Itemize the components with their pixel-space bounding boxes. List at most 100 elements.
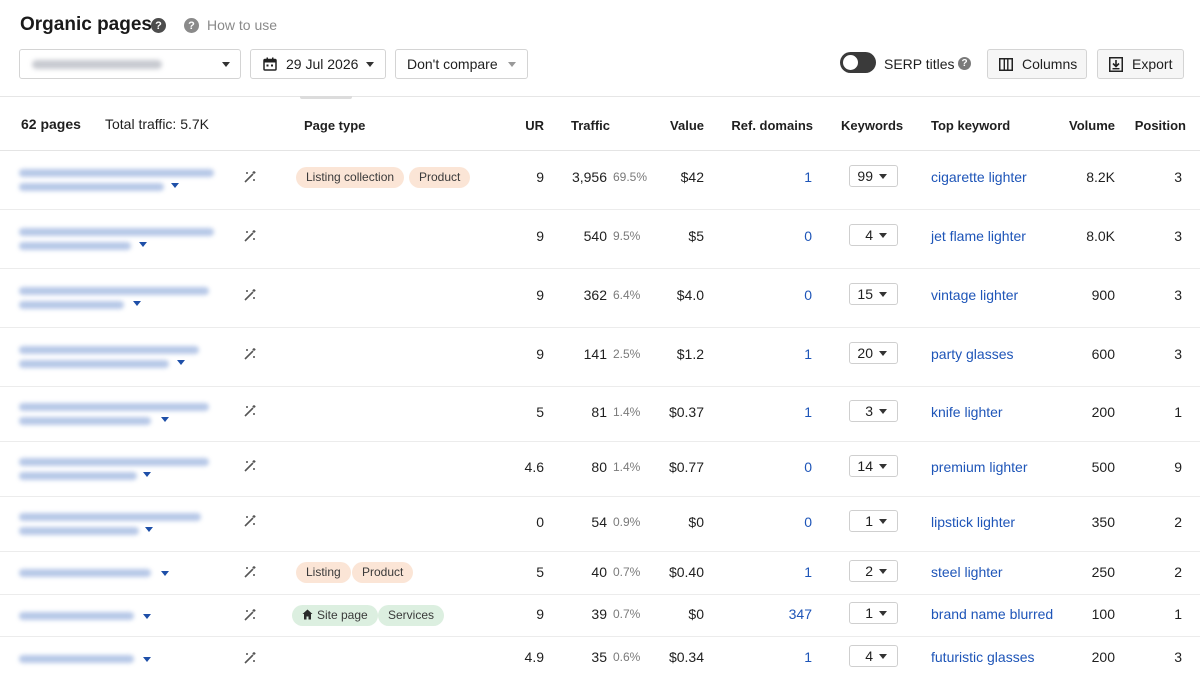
column-header-ur[interactable]: UR [500,118,544,133]
page-url-link[interactable] [19,458,224,486]
chevron-down-icon[interactable] [143,657,151,662]
magic-wand-icon[interactable] [243,288,257,302]
serp-titles-toggle[interactable] [840,52,876,73]
traffic-value-usd: $1.2 [676,346,704,362]
keywords-dropdown[interactable]: 15 [849,283,898,305]
page-url-link[interactable] [19,513,224,541]
chevron-down-icon [879,654,887,659]
page-url-link[interactable] [19,169,224,197]
page-url-link[interactable] [19,655,224,669]
top-keyword-link[interactable]: lipstick lighter [931,514,1015,530]
ref-domains-link[interactable]: 0 [740,459,812,475]
ref-domains-link[interactable]: 0 [740,228,812,244]
magic-wand-icon[interactable] [243,459,257,473]
horizontal-scroll-handle[interactable] [300,96,352,99]
chevron-down-icon[interactable] [161,417,169,422]
ref-domains-link[interactable]: 347 [740,606,812,622]
ref-domains-link[interactable]: 1 [740,404,812,420]
column-header-page-type[interactable]: Page type [304,118,365,133]
chevron-down-icon[interactable] [161,571,169,576]
ur-value: 5 [536,404,544,420]
top-keyword-link[interactable]: cigarette lighter [931,169,1027,185]
top-keyword-link[interactable]: jet flame lighter [931,228,1026,244]
magic-wand-icon[interactable] [243,170,257,184]
keywords-dropdown[interactable]: 1 [849,602,898,624]
magic-wand-icon[interactable] [243,565,257,579]
page-url-link[interactable] [19,346,224,374]
magic-wand-icon[interactable] [243,608,257,622]
top-keyword-link[interactable]: steel lighter [931,564,1003,580]
top-keyword-link[interactable]: premium lighter [931,459,1027,475]
keywords-dropdown[interactable]: 2 [849,560,898,582]
top-keyword-link[interactable]: vintage lighter [931,287,1018,303]
ref-domains-link[interactable]: 0 [740,514,812,530]
magic-wand-icon[interactable] [243,404,257,418]
column-header-ref-domains[interactable]: Ref. domains [720,118,813,133]
column-header-position[interactable]: Position [1130,118,1186,133]
ref-domains-link[interactable]: 1 [740,564,812,580]
column-header-traffic[interactable]: Traffic [571,118,610,133]
top-keyword-link[interactable]: futuristic glasses [931,649,1034,665]
traffic-value: 81 [591,404,607,420]
volume-value: 350 [1091,514,1115,530]
ur-value: 5 [536,564,544,580]
column-header-volume[interactable]: Volume [1050,118,1115,133]
magic-wand-icon[interactable] [243,347,257,361]
keywords-dropdown[interactable]: 99 [849,165,898,187]
how-to-use-icon[interactable]: ? [184,18,199,33]
chevron-down-icon [879,292,887,297]
keywords-dropdown[interactable]: 4 [849,645,898,667]
keywords-dropdown[interactable]: 20 [849,342,898,364]
traffic-percent: 0.7% [613,565,641,579]
keywords-dropdown[interactable]: 3 [849,400,898,422]
help-icon[interactable]: ? [151,18,166,33]
column-header-value[interactable]: Value [650,118,704,133]
ref-domains-link[interactable]: 1 [740,346,812,362]
page-url-link[interactable] [19,612,224,626]
ref-domains-link[interactable]: 0 [740,287,812,303]
compare-dropdown[interactable]: Don't compare [395,49,528,79]
keywords-count: 20 [857,345,873,361]
export-button[interactable]: Export [1097,49,1184,79]
page-url-link[interactable] [19,287,224,315]
export-label: Export [1132,56,1173,72]
volume-value: 200 [1091,649,1115,665]
page-url-link[interactable] [19,403,224,431]
keywords-dropdown[interactable]: 4 [849,224,898,246]
total-traffic: Total traffic: 5.7K [105,116,210,132]
date-picker[interactable]: 29 Jul 2026 [250,49,386,79]
columns-button[interactable]: Columns [987,49,1087,79]
top-keyword-link[interactable]: party glasses [931,346,1013,362]
how-to-use-link[interactable]: How to use [207,17,277,33]
chevron-down-icon[interactable] [171,183,179,188]
chevron-down-icon[interactable] [139,242,147,247]
chevron-down-icon[interactable] [143,472,151,477]
magic-wand-icon[interactable] [243,514,257,528]
top-keyword-link[interactable]: knife lighter [931,404,1003,420]
column-header-top-keyword[interactable]: Top keyword [931,118,1010,133]
volume-value: 600 [1091,346,1115,362]
volume-value: 900 [1091,287,1115,303]
site-selector-dropdown[interactable] [19,49,241,79]
chevron-down-icon[interactable] [177,360,185,365]
top-keyword-link[interactable]: brand name blurred [931,606,1053,622]
page-type-tag: Product [352,562,414,583]
page-url-link[interactable] [19,228,224,256]
column-header-keywords[interactable]: Keywords [841,118,903,133]
keywords-count: 4 [865,227,873,243]
ref-domains-link[interactable]: 1 [740,649,812,665]
page-url-link[interactable] [19,569,224,583]
keywords-dropdown[interactable]: 1 [849,510,898,532]
chevron-down-icon[interactable] [143,614,151,619]
table-row: Site page Services 9 39 0.7% $0 347 1 br… [0,595,1200,637]
chevron-down-icon[interactable] [133,301,141,306]
keywords-dropdown[interactable]: 14 [849,455,898,477]
help-icon[interactable]: ? [958,57,971,70]
ref-domains-link[interactable]: 1 [740,169,812,185]
chevron-down-icon[interactable] [145,527,153,532]
traffic-percent: 9.5% [613,229,641,243]
traffic-value: 40 [591,564,607,580]
magic-wand-icon[interactable] [243,229,257,243]
keywords-count: 15 [857,286,873,302]
magic-wand-icon[interactable] [243,651,257,665]
